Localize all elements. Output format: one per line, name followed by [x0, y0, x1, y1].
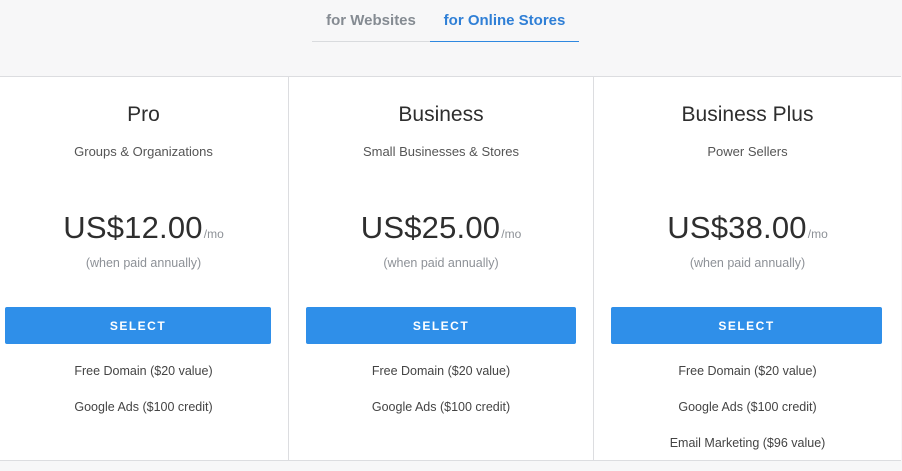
feature-item: Free Domain ($20 value): [371, 364, 511, 378]
billing-note: (when paid annually): [689, 256, 806, 270]
feature-item: Google Ads ($100 credit): [74, 400, 213, 414]
plan-subtitle: Power Sellers: [707, 144, 788, 159]
plan-subtitle: Small Businesses & Stores: [362, 144, 520, 159]
price-row: US$12.00 /mo: [0, 210, 288, 246]
plan-price: US$25.00: [360, 210, 501, 245]
price-row: US$25.00 /mo: [289, 210, 593, 246]
plan-card-business-plus: Business Plus Power Sellers US$38.00 /mo…: [594, 77, 901, 460]
feature-item: Google Ads ($100 credit): [371, 400, 511, 414]
billing-note: (when paid annually): [383, 256, 499, 270]
plan-price: US$38.00: [667, 210, 807, 245]
feature-list: Free Domain ($20 value) Google Ads ($100…: [289, 363, 593, 435]
price-row: US$38.00 /mo: [594, 210, 901, 246]
select-business-button[interactable]: SELECT: [306, 307, 576, 344]
feature-item: Free Domain ($20 value): [678, 364, 817, 378]
tab-for-websites[interactable]: for Websites: [312, 0, 430, 42]
plan-subtitle: Groups & Organizations: [74, 144, 213, 159]
billing-note: (when paid annually): [85, 256, 202, 270]
price-period: /mo: [807, 227, 828, 241]
plan-card-pro: Pro Groups & Organizations US$12.00 /mo …: [0, 77, 289, 460]
plan-price: US$12.00: [63, 210, 203, 245]
pricing-plans: Pro Groups & Organizations US$12.00 /mo …: [0, 76, 901, 461]
feature-item: Google Ads ($100 credit): [678, 400, 817, 414]
feature-list: Free Domain ($20 value) Google Ads ($100…: [594, 363, 901, 471]
plan-type-tabs: for Websites for Online Stores: [312, 0, 579, 42]
feature-list: Free Domain ($20 value) Google Ads ($100…: [0, 363, 288, 435]
plan-name: Business Plus: [681, 103, 814, 126]
tab-for-online-stores[interactable]: for Online Stores: [430, 0, 579, 42]
price-period: /mo: [203, 227, 224, 241]
feature-item: Free Domain ($20 value): [74, 364, 213, 378]
plan-name: Pro: [127, 103, 160, 126]
plan-card-business: Business Small Businesses & Stores US$25…: [289, 77, 594, 460]
plan-name: Business: [398, 103, 484, 126]
select-business-plus-button[interactable]: SELECT: [611, 307, 882, 344]
price-period: /mo: [501, 227, 522, 241]
feature-item: Email Marketing ($96 value): [669, 436, 826, 450]
select-pro-button[interactable]: SELECT: [5, 307, 271, 344]
